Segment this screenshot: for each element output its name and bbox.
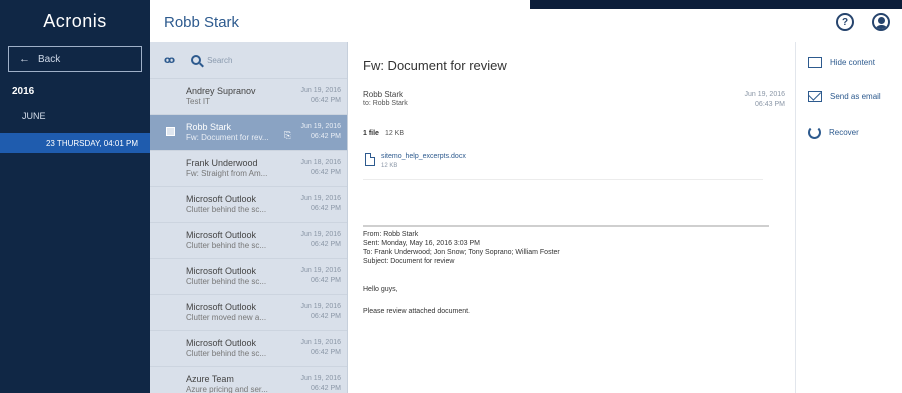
attachment-size: 12 KB (381, 163, 398, 169)
quote-from: From: Robb Stark (363, 231, 419, 238)
mail-received-date: Jun 19, 2016 06:43 PM (744, 91, 785, 108)
mail-sender: Robb Stark (186, 122, 232, 132)
quote-subject: Subject: Document for review (363, 258, 455, 265)
actions-panel: Hide content Send as email Recover (795, 42, 902, 393)
body-greeting: Hello guys, (363, 286, 398, 293)
quote-to: To: Frank Underwood; Jon Snow; Tony Sopr… (363, 249, 560, 256)
recover-label: Recover (829, 128, 859, 137)
sidebar: Acronis ← Back 2016 JUNE 23 THURSDAY, 04… (0, 0, 150, 393)
attachments-summary: 1 file 12 KB (363, 130, 405, 137)
document-icon (365, 153, 375, 166)
glasses-icon[interactable]: ꝏ (164, 55, 175, 66)
mail-date: Jun 19, 2016 06:42 PM (300, 267, 341, 284)
mail-list-item[interactable]: Microsoft Outlook Clutter behind the sc.… (150, 330, 347, 366)
recover-icon (808, 126, 821, 139)
mail-title: Fw: Document for review (363, 58, 507, 73)
attachment-icon: ⎘ (284, 130, 292, 140)
mail-list-item[interactable]: Andrey Supranov Test IT Jun 19, 2016 06:4… (150, 78, 347, 114)
mail-date: Jun 19, 2016 06:42 PM (300, 195, 341, 212)
back-label: Back (38, 53, 61, 65)
mail-subject-preview: Clutter moved new a... (186, 313, 267, 322)
hide-content-icon (808, 57, 822, 68)
day-item-selected[interactable]: 23 THURSDAY, 04:01 PM (0, 133, 150, 153)
mail-list-item-selected[interactable]: Robb Stark Fw: Document for rev... ⎘ Jun… (150, 114, 347, 150)
mail-date: Jun 19, 2016 06:42 PM (300, 303, 341, 320)
mail-list-item[interactable]: Microsoft Outlook Clutter behind the sc.… (150, 258, 347, 294)
brand-logo: Acronis (43, 10, 107, 31)
mail-list-item[interactable]: Frank Underwood Fw: Straight from Am... … (150, 150, 347, 186)
month-item[interactable]: JUNE (0, 97, 150, 121)
mail-list-item[interactable]: Microsoft Outlook Clutter behind the sc.… (150, 222, 347, 258)
mail-list-item[interactable]: Microsoft Outlook Clutter moved new a...… (150, 294, 347, 330)
mail-date: Jun 19, 2016 06:42 PM (300, 87, 341, 104)
year-item[interactable]: 2016 (0, 72, 150, 97)
hide-content-label: Hide content (830, 58, 875, 67)
mail-subject-preview: Clutter behind the sc... (186, 277, 267, 286)
quote-divider (363, 225, 769, 227)
header-strip (530, 0, 902, 9)
select-checkbox[interactable] (166, 127, 175, 136)
list-toolbar: ꝏ Search (150, 42, 347, 78)
mail-subject-preview: Azure pricing and ser... (186, 385, 268, 393)
send-as-email-label: Send as email (830, 92, 881, 101)
mail-list-item[interactable]: Azure Team Azure pricing and ser... Jun … (150, 366, 347, 393)
mail-sender: Azure Team (186, 374, 234, 384)
mail-sender: Microsoft Outlook (186, 266, 257, 276)
search-icon[interactable] (191, 55, 202, 65)
search-input[interactable]: Search (207, 56, 232, 65)
mail-date: Jun 19, 2016 06:42 PM (300, 123, 341, 140)
email-icon (808, 91, 822, 102)
mail-sender: Microsoft Outlook (186, 194, 257, 204)
mailbox-owner-name: Robb Stark (164, 14, 240, 31)
mail-subject-preview: Test IT (186, 97, 211, 106)
help-icon[interactable]: ? (836, 13, 854, 31)
arrow-left-icon: ← (19, 53, 30, 65)
send-as-email-button[interactable]: Send as email (808, 91, 881, 102)
mail-sender: Frank Underwood (186, 158, 258, 168)
top-header: Robb Stark ? (150, 0, 902, 42)
mail-to: to: Robb Stark (363, 100, 408, 107)
body-text: Please review attached document. (363, 308, 471, 315)
mail-subject-preview: Clutter behind the sc... (186, 241, 267, 250)
quote-sent: Sent: Monday, May 16, 2016 3:03 PM (363, 240, 480, 247)
mail-sender: Microsoft Outlook (186, 302, 257, 312)
recover-button[interactable]: Recover (808, 126, 859, 139)
mail-sender: Microsoft Outlook (186, 230, 257, 240)
mail-subject-preview: Clutter behind the sc... (186, 205, 267, 214)
mail-date: Jun 18, 2016 06:42 PM (300, 159, 341, 176)
mail-sender: Microsoft Outlook (186, 338, 257, 348)
mail-sender: Andrey Supranov (186, 86, 256, 96)
mail-date: Jun 19, 2016 06:42 PM (300, 231, 341, 248)
back-button[interactable]: ← Back (8, 46, 142, 72)
mail-date: Jun 19, 2016 06:42 PM (300, 375, 341, 392)
attachment-link[interactable]: sitemo_help_excerpts.docx (381, 153, 466, 160)
mail-from: Robb Stark (363, 90, 404, 99)
divider (363, 179, 763, 180)
quoted-header: From: Robb Stark Sent: Monday, May 16, 2… (363, 230, 560, 266)
mail-date: Jun 19, 2016 06:42 PM (300, 339, 341, 356)
mail-list: ꝏ Search Andrey Supranov Test IT Jun 19,… (150, 42, 348, 393)
mail-subject-preview: Clutter behind the sc... (186, 349, 267, 358)
message-pane: Fw: Document for review Robb Stark to: R… (349, 42, 795, 393)
mail-list-item[interactable]: Microsoft Outlook Clutter behind the sc.… (150, 186, 347, 222)
account-icon[interactable] (872, 13, 890, 31)
mail-subject-preview: Fw: Document for rev... (186, 133, 269, 142)
mail-subject-preview: Fw: Straight from Am... (186, 169, 268, 178)
hide-content-button[interactable]: Hide content (808, 57, 875, 68)
